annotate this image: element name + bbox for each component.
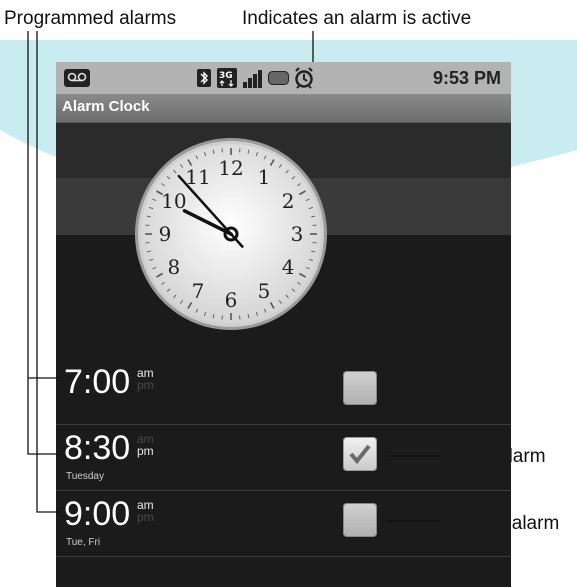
callout-lines — [27, 31, 440, 522]
